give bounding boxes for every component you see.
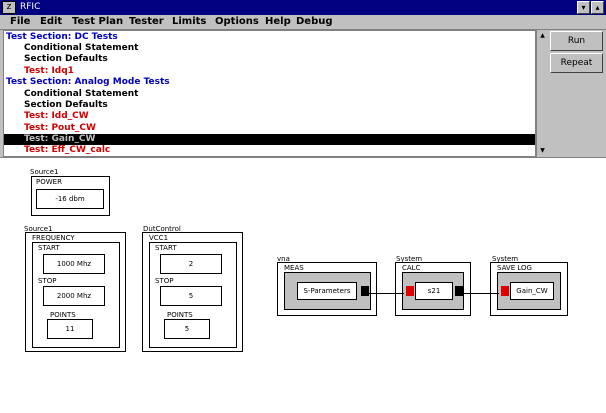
run-button[interactable]: Run <box>550 31 603 51</box>
test-diagram-canvas[interactable]: Source1 POWER -16 dbm Source1 FREQUENCY … <box>0 157 606 413</box>
menu-tester[interactable]: Tester <box>129 16 164 28</box>
tree-item[interactable]: Test: Pout_CW <box>4 123 535 134</box>
frequency-block[interactable]: FREQUENCY START 1000 Mhz STOP 2000 Mhz P… <box>25 232 126 352</box>
wire-meas-to-calc <box>369 293 404 294</box>
tree-item[interactable]: Test Section: Analog Mode Tests <box>4 77 535 88</box>
maximize-icon: ▴ <box>595 3 600 12</box>
vcc-start-input[interactable]: 2 <box>160 254 222 274</box>
tree-item[interactable]: Section Defaults <box>4 100 535 111</box>
menu-bar: File Edit Test Plan Tester Limits Option… <box>0 15 606 30</box>
menu-options[interactable]: Options <box>215 16 259 28</box>
calc-panel: s21 <box>402 272 464 310</box>
tree-item[interactable]: Section Defaults <box>4 54 535 65</box>
meas-value[interactable]: S-Parameters <box>297 282 357 300</box>
vcc-stop-input[interactable]: 5 <box>160 286 222 306</box>
calc-output-port[interactable] <box>455 286 463 296</box>
power-value[interactable]: -16 dbm <box>36 189 104 209</box>
start-input[interactable]: 1000 Mhz <box>43 254 105 274</box>
tree-item[interactable]: Test: Eff_CW_calc <box>4 145 535 156</box>
menu-test-plan[interactable]: Test Plan <box>72 16 123 28</box>
vcc-stop-label: STOP <box>155 277 174 285</box>
vcc-points-input[interactable]: 5 <box>164 319 210 339</box>
stop-label: STOP <box>38 277 57 285</box>
meas-label: MEAS <box>284 264 304 272</box>
save-log-label: SAVE LOG <box>497 264 532 272</box>
power-label: POWER <box>36 178 62 186</box>
test-plan-tree[interactable]: Test Section: DC Tests Conditional State… <box>3 30 536 157</box>
menu-limits[interactable]: Limits <box>172 16 206 28</box>
vcc-label: VCC1 <box>149 234 169 242</box>
meas-block[interactable]: MEAS S-Parameters <box>277 262 377 316</box>
menu-help[interactable]: Help <box>265 16 291 28</box>
tree-item[interactable]: Test: Idd_CW <box>4 111 535 122</box>
frequency-panel: START 1000 Mhz STOP 2000 Mhz POINTS 11 <box>32 242 120 348</box>
save-log-block[interactable]: SAVE LOG Gain_CW <box>490 262 568 316</box>
save-log-panel: Gain_CW <box>497 272 561 310</box>
meas-output-port[interactable] <box>361 286 369 296</box>
scroll-down-icon[interactable]: ▼ <box>537 146 548 156</box>
start-label: START <box>38 244 60 252</box>
vcc-panel: START 2 STOP 5 POINTS 5 <box>149 242 237 348</box>
tree-item[interactable]: Conditional Statement <box>4 43 535 54</box>
power-block[interactable]: POWER -16 dbm <box>31 176 110 216</box>
minimize-button[interactable]: ▾ <box>577 1 590 14</box>
points-label: POINTS <box>50 311 76 319</box>
vcc-start-label: START <box>155 244 177 252</box>
calc-block[interactable]: CALC s21 <box>395 262 471 316</box>
scroll-up-icon[interactable]: ▲ <box>537 31 548 41</box>
power-owner-label: Source1 <box>30 168 59 176</box>
title-bar: z RFIC ▾ ▴ <box>0 0 606 15</box>
maximize-button[interactable]: ▴ <box>591 1 604 14</box>
tree-item[interactable]: Test Section: DC Tests <box>4 32 535 43</box>
menu-debug[interactable]: Debug <box>296 16 333 28</box>
window-title: RFIC <box>20 2 41 12</box>
tree-scrollbar[interactable]: ▲ ▼ <box>536 30 548 157</box>
meas-panel: S-Parameters <box>284 272 371 310</box>
save-input-port[interactable] <box>501 286 509 296</box>
action-panel: Run Repeat <box>548 30 606 157</box>
system-menu-button[interactable]: z <box>2 1 16 14</box>
wire-calc-to-save <box>463 293 499 294</box>
repeat-button[interactable]: Repeat <box>550 53 603 73</box>
menu-edit[interactable]: Edit <box>40 16 62 28</box>
calc-value[interactable]: s21 <box>415 282 453 300</box>
points-input[interactable]: 11 <box>47 319 93 339</box>
frequency-label: FREQUENCY <box>32 234 75 242</box>
vcc-points-label: POINTS <box>167 311 193 319</box>
save-log-value[interactable]: Gain_CW <box>510 282 554 300</box>
tree-item[interactable]: Test: Idq1 <box>4 66 535 77</box>
vcc-block[interactable]: VCC1 START 2 STOP 5 POINTS 5 <box>142 232 243 352</box>
stop-input[interactable]: 2000 Mhz <box>43 286 105 306</box>
tree-item[interactable]: Conditional Statement <box>4 89 535 100</box>
tree-item-selected[interactable]: Test: Gain_CW <box>4 134 535 145</box>
minimize-icon: ▾ <box>581 3 586 12</box>
calc-input-port[interactable] <box>406 286 414 296</box>
calc-label: CALC <box>402 264 421 272</box>
menu-file[interactable]: File <box>10 16 30 28</box>
